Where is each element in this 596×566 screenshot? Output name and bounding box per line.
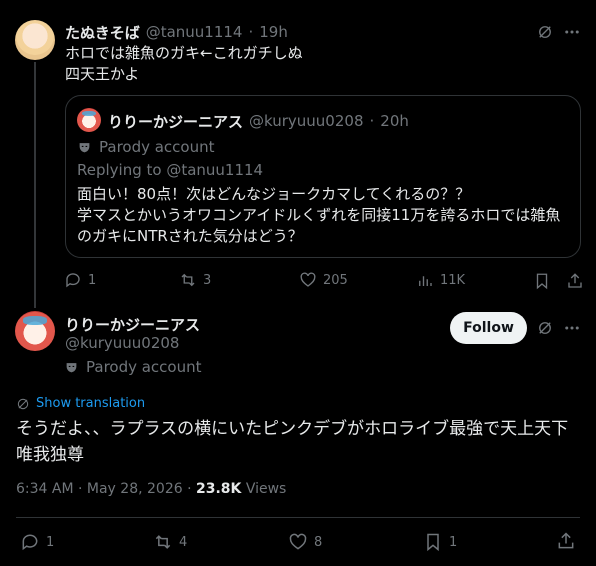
tweet-header: たぬきそば @tanuu1114 · 19h [65, 22, 288, 43]
tweet-text-line: 四天王かよ [65, 65, 140, 83]
more-icon[interactable] [562, 22, 582, 42]
handle: @kuryuuu0208 [249, 112, 364, 130]
display-name: りりーかジーニアス [108, 112, 244, 131]
views-icon [419, 276, 432, 286]
reply-button[interactable]: 1 [64, 271, 96, 289]
repost-button[interactable]: 4 [153, 532, 187, 552]
timestamp[interactable]: 6:34 AM · May 28, 2026 · [16, 481, 196, 497]
repost-icon [155, 535, 171, 549]
like-icon [289, 533, 307, 550]
bookmark-count: 1 [449, 534, 458, 550]
tweet-text-line: 唯我独尊 [16, 445, 84, 465]
views-count: 23.8K [195, 481, 242, 497]
show-translation-link[interactable]: Show translation [16, 396, 145, 411]
tweet-text: そうだよ、、ラプラスの横にいたピンクデブがホロライブ最強で天上天下 唯我独尊 [16, 416, 568, 468]
like-button[interactable]: 205 [299, 271, 348, 289]
timestamp[interactable]: 19h [259, 23, 288, 41]
share-icon[interactable] [556, 531, 576, 551]
repost-button[interactable]: 3 [179, 271, 211, 289]
handle[interactable]: @kuryuuu0208 [65, 334, 179, 352]
like-icon [300, 272, 316, 287]
bookmark-button[interactable]: 1 [423, 532, 457, 552]
bookmark-icon [427, 533, 439, 552]
like-button[interactable]: 8 [288, 532, 322, 552]
reply-button[interactable]: 1 [20, 532, 54, 552]
like-count: 205 [323, 272, 348, 288]
avatar[interactable] [15, 20, 55, 60]
quote-text-line: 学マスとかいうオワコンアイドルくずれを同接11万を誇るホロでは雑魚 [77, 206, 561, 224]
more-icon[interactable] [562, 318, 582, 338]
translate-icon [17, 398, 29, 409]
parody-mask-icon [78, 141, 91, 154]
avatar[interactable] [77, 108, 101, 132]
tweet-meta: 6:34 AM · May 28, 2026 · 23.8K Views [16, 481, 286, 497]
repost-count: 3 [203, 272, 212, 288]
display-name[interactable]: たぬきそば [65, 22, 140, 43]
follow-button[interactable]: Follow [450, 312, 527, 344]
reply-icon [22, 534, 38, 551]
handle[interactable]: @tanuu1114 [146, 23, 243, 41]
timestamp: 20h [380, 112, 409, 130]
repost-count: 4 [179, 534, 188, 550]
reply-icon [66, 273, 80, 288]
quote-text-line: 面白い！80点！次はどんなジョークカマしてくれるの？？ [77, 185, 471, 203]
tweet-text-line: ホロでは雑魚のガキ←これガチしぬ [65, 44, 303, 62]
share-icon[interactable] [565, 271, 585, 291]
quote-header: りりーかジーニアス @kuryuuu0208 · 20h [108, 112, 409, 131]
replying-to: Replying to @tanuu1114 [77, 161, 264, 179]
tweet-text-line: そうだよ、、ラプラスの横にいたピンクデブがホロライブ最強で天上天下 [16, 419, 569, 439]
grok-icon[interactable] [535, 318, 555, 338]
avatar[interactable] [15, 311, 55, 351]
views-label: Views [241, 481, 287, 497]
divider [16, 517, 580, 518]
like-count: 8 [314, 534, 323, 550]
views-count: 11K [440, 272, 466, 288]
thread-line [34, 62, 36, 308]
reply-count: 1 [46, 534, 55, 550]
bookmark-icon[interactable] [532, 271, 552, 291]
display-name[interactable]: りりーかジーニアス [65, 314, 200, 335]
grok-icon[interactable] [535, 22, 555, 42]
parody-mask-icon [65, 361, 78, 374]
parody-label: Parody account [78, 137, 215, 157]
views-button[interactable]: 11K [416, 271, 465, 289]
reply-count: 1 [88, 272, 97, 288]
repost-icon [181, 273, 195, 287]
parody-label: Parody account [65, 357, 202, 377]
quote-text-line: のガキにNTRされた気分はどう？ [77, 227, 303, 245]
